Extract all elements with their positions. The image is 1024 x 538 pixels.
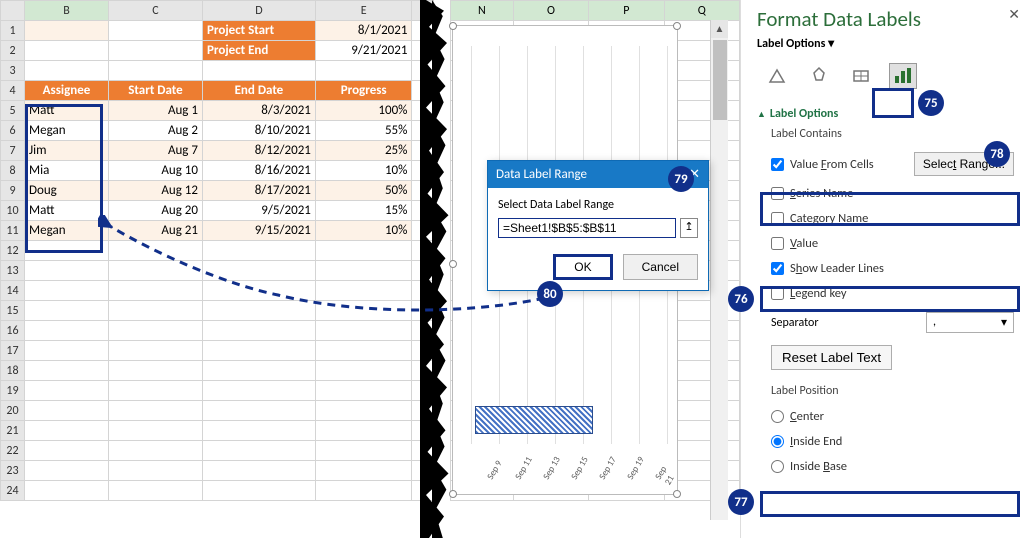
callout-badge: 77 [728,489,754,515]
chart-axis-tick: Sep 17 [597,455,619,482]
value-from-cells-option[interactable]: Value From Cells Select Range... [757,147,1014,181]
separator-dropdown[interactable]: ,▾ [926,312,1014,333]
col-header-p[interactable]: P [589,1,664,21]
chart-data-bar[interactable] [475,406,593,434]
label-contains-group: Label Contains [771,127,1014,141]
select-all-cell[interactable] [1,1,25,21]
callout-badge: 80 [537,281,563,307]
inside-base-radio[interactable] [771,460,784,473]
value-checkbox[interactable] [771,237,784,250]
chart-axis-tick: Sep 15 [569,455,591,482]
center-radio[interactable] [771,410,784,423]
spreadsheet-grid[interactable]: B C D E F 1Project Start8/1/2021 2Projec… [0,0,434,501]
chart-axis-tick: Sep 9 [485,459,505,482]
callout-badge: 75 [918,90,944,116]
series-name-checkbox[interactable] [771,187,784,200]
chart-axis-tick: Sep 19 [625,455,647,482]
reset-label-text-button[interactable]: Reset Label Text [771,345,892,370]
inside-end-position-option[interactable]: Inside End [757,429,1014,454]
value-from-cells-checkbox[interactable] [771,158,784,171]
close-icon[interactable]: ✕ [1008,6,1020,23]
hdr-end[interactable]: End Date [202,81,315,101]
range-input[interactable] [498,218,676,238]
col-header-o[interactable]: O [513,1,588,21]
hdr-assignee[interactable]: Assignee [25,81,109,101]
dialog-title: Data Label Range [496,167,587,182]
chart-resize-handle[interactable] [673,490,681,498]
panel-subtitle[interactable]: Label Options ▾ [757,36,1014,51]
callout-badge: 79 [668,166,694,192]
range-picker-icon[interactable]: ↥ [680,218,698,238]
chart-resize-handle[interactable] [449,22,457,30]
callout-badge: 78 [984,141,1010,167]
row-header[interactable]: 1 [1,21,25,41]
chart-resize-handle[interactable] [673,22,681,30]
project-start-date[interactable]: 8/1/2021 [315,21,412,41]
col-header-q[interactable]: Q [664,1,739,21]
chart-axis-tick: Sep 11 [513,455,535,482]
value-option[interactable]: Value [757,231,1014,256]
inside-base-position-option[interactable]: Inside Base [757,454,1014,479]
row-header[interactable]: 2 [1,41,25,61]
inside-end-radio[interactable] [771,435,784,448]
separator-label: Separator [771,316,819,330]
fill-tab-icon[interactable] [763,63,791,89]
chart-options-tab-icon[interactable] [889,63,917,89]
series-name-option[interactable]: Series Name [757,181,1014,206]
hdr-progress[interactable]: Progress [315,81,412,101]
scrollbar-thumb[interactable] [713,40,727,120]
format-data-labels-panel: ✕ Format Data Labels Label Options ▾ ▲La… [740,0,1024,538]
col-header-n[interactable]: N [451,1,514,21]
row-header[interactable]: 3 [1,61,25,81]
ok-button[interactable]: OK [553,254,612,280]
col-header-e[interactable]: E [315,1,412,21]
chart-axis-tick: Sep 13 [541,455,563,482]
panel-title: Format Data Labels [757,6,1014,32]
project-end-label[interactable]: Project End [202,41,315,61]
row-header[interactable]: 4 [1,81,25,101]
category-name-checkbox[interactable] [771,212,784,225]
col-header-b[interactable]: B [25,1,109,21]
scroll-up-arrow-icon[interactable]: ▲ [711,20,728,38]
chart-resize-handle[interactable] [449,260,457,268]
col-header-d[interactable]: D [202,1,315,21]
dialog-label: Select Data Label Range [498,198,698,212]
legend-key-checkbox[interactable] [771,287,784,300]
project-start-label[interactable]: Project Start [202,21,315,41]
label-options-section[interactable]: ▲Label Options [757,107,1014,121]
hdr-start[interactable]: Start Date [108,81,202,101]
center-position-option[interactable]: Center [757,404,1014,429]
project-end-date[interactable]: 9/21/2021 [315,41,412,61]
cancel-button[interactable]: Cancel [623,254,698,280]
callout-badge: 76 [728,286,754,312]
col-header-c[interactable]: C [108,1,202,21]
effects-tab-icon[interactable] [805,63,833,89]
size-tab-icon[interactable] [847,63,875,89]
chart-resize-handle[interactable] [449,490,457,498]
label-position-group: Label Position [771,384,1014,398]
category-name-option[interactable]: Category Name [757,206,1014,231]
leader-lines-option[interactable]: Show Leader Lines [757,256,1014,281]
vertical-scrollbar[interactable]: ▲ [710,20,728,520]
leader-lines-checkbox[interactable] [771,262,784,275]
legend-key-option[interactable]: Legend key [757,281,1014,306]
